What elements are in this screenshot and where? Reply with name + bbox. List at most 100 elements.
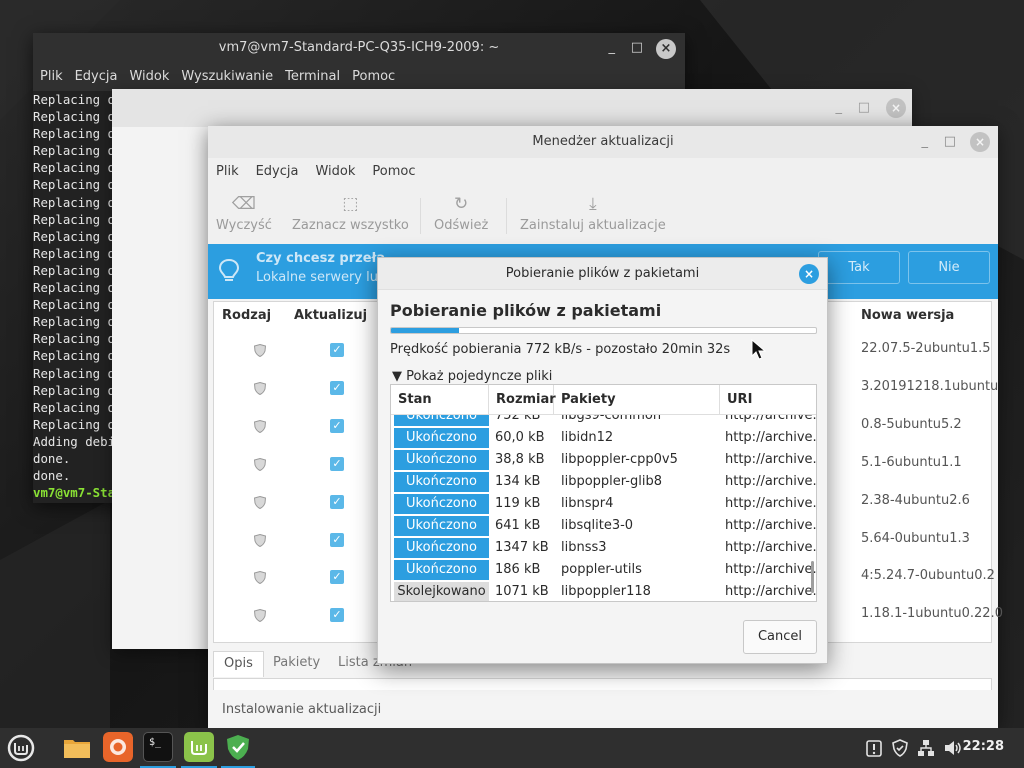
new-version-cell: 0.8-5ubuntu5.2 bbox=[861, 417, 962, 432]
update-checkbox[interactable]: ✓ bbox=[330, 343, 344, 357]
refresh-label: Odśwież bbox=[434, 218, 489, 233]
mouse-cursor-icon bbox=[751, 339, 767, 360]
install-updates-button[interactable]: ⤓ Zainstaluj aktualizacje bbox=[520, 194, 666, 233]
file-row[interactable]: Ukończono 38,8 kB libpoppler-cpp0v5 http://… bbox=[391, 449, 817, 471]
tab-packages[interactable]: Pakiety bbox=[263, 651, 330, 677]
terminal-menu-item[interactable]: Widok bbox=[129, 69, 169, 84]
column-header-new-version[interactable]: Nowa wersja bbox=[861, 308, 954, 323]
security-shield-icon[interactable] bbox=[223, 732, 253, 762]
download-dialog-titlebar[interactable]: Pobieranie plików z pakietami × bbox=[378, 258, 827, 290]
update-type-shield-icon bbox=[254, 344, 266, 357]
file-row[interactable]: Ukończono 641 kB libsqlite3-0 http://archiv… bbox=[391, 515, 816, 537]
file-uri-cell: http://archive.u bbox=[725, 474, 817, 489]
file-row[interactable]: Ukończono 186 kB poppler-utils http://archi… bbox=[391, 559, 816, 581]
show-files-expander[interactable]: ▼ Pokaż pojedyncze pliki bbox=[392, 369, 552, 384]
update-manager-icon[interactable] bbox=[184, 732, 214, 762]
file-status-badge: Ukończono bbox=[394, 450, 489, 470]
column-header-size[interactable]: Rozmiar bbox=[489, 385, 556, 415]
update-type-shield-icon bbox=[254, 534, 266, 547]
close-icon[interactable]: × bbox=[799, 264, 819, 284]
maximize-icon[interactable]: □ bbox=[944, 126, 956, 158]
terminal-icon[interactable]: $_ bbox=[143, 732, 173, 762]
file-size-cell: 186 kB bbox=[495, 562, 541, 577]
table-scrollbar[interactable] bbox=[811, 561, 814, 593]
terminal-menu-item[interactable]: Plik bbox=[40, 69, 63, 84]
select-all-button[interactable]: ⬚ Zaznacz wszystko bbox=[292, 194, 409, 233]
update-type-shield-icon bbox=[254, 571, 266, 584]
new-version-cell: 4:5.24.7-0ubuntu0.2 bbox=[861, 568, 995, 583]
column-header-status[interactable]: Stan bbox=[391, 385, 489, 415]
download-heading: Pobieranie plików z pakietami bbox=[390, 301, 662, 320]
column-header-type[interactable]: Rodzaj bbox=[222, 308, 271, 323]
file-row[interactable]: Ukończono 1347 kB libnss3 http://archive.u bbox=[391, 537, 816, 559]
terminal-menu-item[interactable]: Edycja bbox=[75, 69, 118, 84]
update-checkbox[interactable]: ✓ bbox=[330, 495, 344, 509]
column-header-uri[interactable]: URI bbox=[720, 385, 816, 415]
tab-description[interactable]: Opis bbox=[213, 651, 264, 677]
clock[interactable]: 22:28 bbox=[963, 739, 1004, 754]
new-version-cell: 5.1-6ubuntu1.1 bbox=[861, 455, 962, 470]
banner-question: Czy chcesz przełą bbox=[256, 251, 386, 266]
files-table[interactable]: Stan Rozmiar Pakiety URI Ukończono 752 kB… bbox=[390, 384, 817, 602]
terminal-titlebar[interactable]: vm7@vm7-Standard-PC-Q35-ICH9-2009: ~ _ □… bbox=[33, 33, 685, 65]
update-checkbox[interactable]: ✓ bbox=[330, 570, 344, 584]
file-row[interactable]: Skolejkowano 1071 kB libpoppler118 http://a… bbox=[391, 581, 816, 601]
banner-no-button[interactable]: Nie bbox=[908, 251, 990, 284]
download-dialog-title: Pobieranie plików z pakietami bbox=[505, 266, 700, 281]
close-icon[interactable]: × bbox=[970, 132, 990, 152]
show-files-label: Pokaż pojedyncze pliki bbox=[406, 369, 553, 384]
minimize-icon[interactable]: _ bbox=[836, 89, 843, 127]
close-icon[interactable]: × bbox=[656, 39, 676, 59]
network-icon[interactable] bbox=[917, 739, 935, 757]
minimize-icon[interactable]: _ bbox=[922, 126, 929, 158]
file-size-cell: 38,8 kB bbox=[495, 452, 545, 467]
background-window-titlebar[interactable]: _ □ × bbox=[112, 89, 912, 127]
update-type-shield-icon bbox=[254, 382, 266, 395]
terminal-menu-item[interactable]: Wyszukiwanie bbox=[181, 69, 273, 84]
update-checkbox[interactable]: ✓ bbox=[330, 419, 344, 433]
files-icon[interactable] bbox=[62, 732, 92, 762]
update-manager-menu-item[interactable]: Plik bbox=[216, 164, 239, 179]
download-icon: ⤓ bbox=[589, 194, 597, 214]
minimize-icon[interactable]: _ bbox=[609, 33, 616, 63]
file-uri-cell: http://archive.u bbox=[725, 430, 817, 445]
terminal-menu-item[interactable]: Pomoc bbox=[352, 69, 395, 84]
file-row[interactable]: Ukończono 119 kB libnspr4 http://archive.u bbox=[391, 493, 816, 515]
update-manager-titlebar[interactable]: Menedżer aktualizacji _ □ × bbox=[208, 126, 998, 158]
new-version-cell: 2.38-4ubuntu2.6 bbox=[861, 493, 970, 508]
refresh-button[interactable]: ↻ Odśwież bbox=[434, 194, 488, 233]
firefox-icon[interactable] bbox=[103, 732, 133, 762]
terminal-menu-item[interactable]: Terminal bbox=[285, 69, 340, 84]
file-package-cell: libnss3 bbox=[561, 540, 607, 555]
update-manager-menu-item[interactable]: Pomoc bbox=[372, 164, 415, 179]
file-row[interactable]: Ukończono 134 kB libpoppler-glib8 http://ar… bbox=[391, 471, 817, 493]
file-package-cell: libidn12 bbox=[561, 430, 614, 445]
column-header-package[interactable]: Pakiety bbox=[554, 385, 720, 415]
update-checkbox[interactable]: ✓ bbox=[330, 533, 344, 547]
close-icon[interactable]: × bbox=[886, 98, 906, 118]
taskbar: $_ 22:28 bbox=[0, 728, 1024, 768]
update-checkbox[interactable]: ✓ bbox=[330, 608, 344, 622]
clear-label: Wyczyść bbox=[216, 218, 272, 233]
update-manager-menubar: Plik Edycja Widok Pomoc bbox=[208, 158, 998, 186]
update-checkbox[interactable]: ✓ bbox=[330, 381, 344, 395]
update-manager-menu-item[interactable]: Edycja bbox=[256, 164, 299, 179]
banner-yes-button[interactable]: Tak bbox=[818, 251, 900, 284]
update-manager-menu-item[interactable]: Widok bbox=[315, 164, 355, 179]
update-checkbox[interactable]: ✓ bbox=[330, 457, 344, 471]
shield-tray-icon[interactable] bbox=[891, 739, 909, 757]
mint-menu-icon[interactable] bbox=[6, 733, 36, 763]
new-version-cell: 3.20191218.1ubuntu bbox=[861, 379, 999, 394]
file-status-badge: Skolejkowano bbox=[394, 582, 489, 601]
file-uri-cell: http://archive.u bbox=[725, 452, 817, 467]
file-row[interactable]: Ukończono 60,0 kB libidn12 http://archive.u bbox=[391, 427, 817, 449]
column-header-update[interactable]: Aktualizuj bbox=[294, 308, 367, 323]
download-dialog[interactable]: Pobieranie plików z pakietami × Pobieran… bbox=[377, 257, 828, 664]
update-notification-icon[interactable] bbox=[866, 739, 882, 757]
file-status-badge: Ukończono bbox=[394, 560, 489, 580]
maximize-icon[interactable]: □ bbox=[631, 33, 643, 63]
cancel-button[interactable]: Cancel bbox=[743, 620, 817, 654]
volume-icon[interactable] bbox=[943, 739, 963, 757]
maximize-icon[interactable]: □ bbox=[858, 89, 870, 127]
clear-button[interactable]: ⌫ Wyczyść bbox=[216, 194, 272, 233]
